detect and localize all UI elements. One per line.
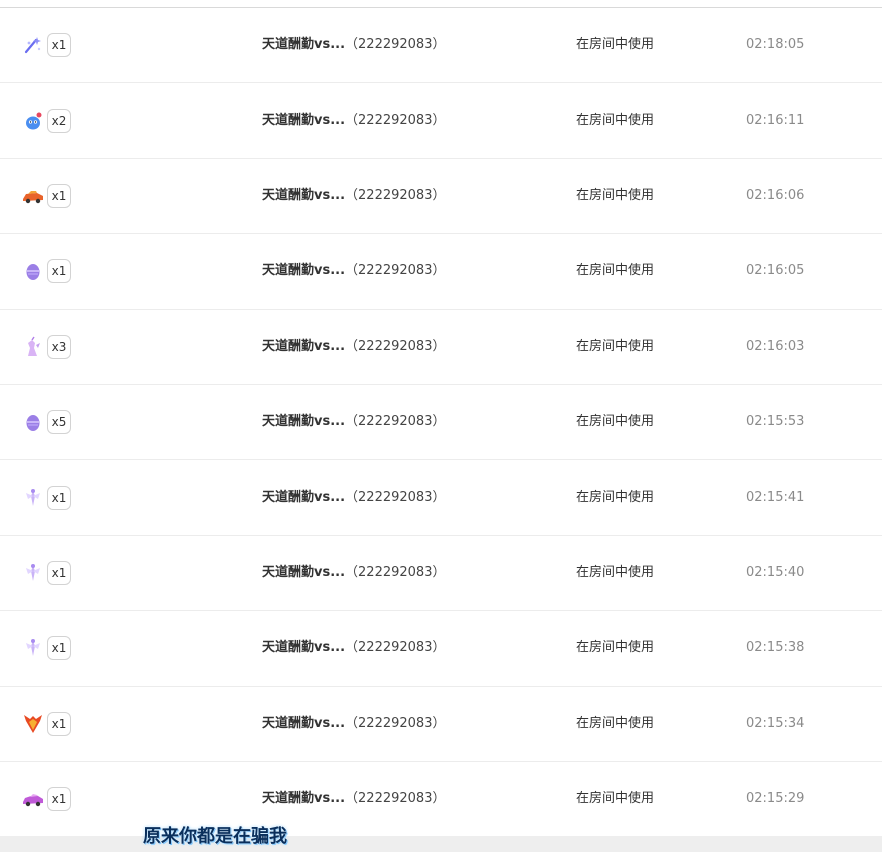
table-row: x1 天道酬勤vs...（222292083） 在房间中使用 02:16:05: [0, 234, 882, 310]
room-name: 天道酬勤vs...: [262, 640, 346, 656]
room-name: 天道酬勤vs...: [262, 263, 346, 279]
room-info: 天道酬勤vs...（222292083）: [262, 790, 445, 808]
room-name: 天道酬勤vs...: [262, 338, 346, 354]
room-info: 天道酬勤vs...（222292083）: [262, 639, 445, 657]
video-subtitle: 原来你都是在骗我: [143, 826, 287, 847]
top-divider: [0, 0, 882, 8]
room-id: （222292083）: [345, 187, 446, 203]
room-name: 天道酬勤vs...: [262, 414, 346, 430]
cute-monster-icon: [22, 110, 44, 132]
room-id: （222292083）: [345, 338, 446, 354]
table-row: x1 天道酬勤vs...（222292083） 在房间中使用 02:15:41: [0, 460, 882, 536]
usage-time: 02:15:29: [746, 791, 805, 807]
quantity-badge: x1: [47, 787, 71, 812]
room-name: 天道酬勤vs...: [262, 715, 346, 731]
phoenix-icon: [22, 713, 44, 735]
usage-status: 在房间中使用: [576, 338, 655, 354]
quantity-badge: x1: [47, 711, 71, 736]
wand-sparkle-icon: [22, 34, 44, 56]
usage-time: 02:16:06: [746, 187, 805, 203]
unicorn-icon: [22, 336, 44, 358]
gift-usage-record-list: x1 天道酬勤vs...（222292083） 在房间中使用 02:18:05 …: [0, 0, 882, 852]
quantity-badge: x1: [47, 33, 71, 58]
room-info: 天道酬勤vs...（222292083）: [262, 262, 445, 280]
quantity-badge: x1: [47, 485, 71, 510]
room-name: 天道酬勤vs...: [262, 37, 346, 53]
room-info: 天道酬勤vs...（222292083）: [262, 413, 445, 431]
usage-time: 02:16:05: [746, 263, 805, 279]
fairy-icon: [22, 637, 44, 659]
quantity-badge: x1: [47, 636, 71, 661]
table-row: x1 天道酬勤vs...（222292083） 在房间中使用 02:15:40: [0, 536, 882, 612]
room-name: 天道酬勤vs...: [262, 187, 346, 203]
purple-egg-icon: [22, 411, 44, 433]
table-row: x1 天道酬勤vs...（222292083） 在房间中使用 02:16:06: [0, 159, 882, 235]
table-row: x3 天道酬勤vs...（222292083） 在房间中使用 02:16:03: [0, 310, 882, 385]
room-info: 天道酬勤vs...（222292083）: [262, 715, 445, 733]
quantity-badge: x1: [47, 560, 71, 585]
race-car-icon: [22, 185, 44, 207]
sports-car-icon: [22, 788, 44, 810]
room-id: （222292083）: [345, 37, 446, 53]
fairy-icon: [22, 562, 44, 584]
room-info: 天道酬勤vs...（222292083）: [262, 187, 445, 205]
usage-status: 在房间中使用: [576, 715, 655, 731]
room-info: 天道酬勤vs...（222292083）: [262, 564, 445, 582]
room-id: （222292083）: [345, 414, 446, 430]
bottom-scroll-track: [0, 836, 882, 852]
usage-status: 在房间中使用: [576, 640, 655, 656]
fairy-icon: [22, 487, 44, 509]
usage-time: 02:15:53: [746, 414, 805, 430]
room-id: （222292083）: [345, 112, 446, 128]
table-row: x2 天道酬勤vs...（222292083） 在房间中使用 02:16:11: [0, 83, 882, 159]
room-name: 天道酬勤vs...: [262, 112, 346, 128]
room-name: 天道酬勤vs...: [262, 564, 346, 580]
quantity-badge: x3: [47, 334, 71, 359]
usage-status: 在房间中使用: [576, 489, 655, 505]
room-info: 天道酬勤vs...（222292083）: [262, 112, 445, 130]
usage-time: 02:18:05: [746, 37, 805, 53]
usage-status: 在房间中使用: [576, 791, 655, 807]
room-info: 天道酬勤vs...（222292083）: [262, 489, 445, 507]
usage-time: 02:16:03: [746, 338, 805, 354]
room-name: 天道酬勤vs...: [262, 489, 346, 505]
table-row: x1 天道酬勤vs...（222292083） 在房间中使用 02:15:29: [0, 762, 882, 838]
usage-status: 在房间中使用: [576, 564, 655, 580]
quantity-badge: x2: [47, 108, 71, 133]
room-id: （222292083）: [345, 489, 446, 505]
usage-time: 02:15:41: [746, 489, 805, 505]
record-list: x1 天道酬勤vs...（222292083） 在房间中使用 02:18:05 …: [0, 8, 882, 838]
quantity-badge: x5: [47, 410, 71, 435]
usage-time: 02:15:34: [746, 715, 805, 731]
table-row: x5 天道酬勤vs...（222292083） 在房间中使用 02:15:53: [0, 385, 882, 461]
room-info: 天道酬勤vs...（222292083）: [262, 36, 445, 54]
usage-time: 02:15:38: [746, 640, 805, 656]
usage-status: 在房间中使用: [576, 263, 655, 279]
table-row: x1 天道酬勤vs...（222292083） 在房间中使用 02:15:38: [0, 611, 882, 687]
room-name: 天道酬勤vs...: [262, 791, 346, 807]
usage-status: 在房间中使用: [576, 37, 655, 53]
usage-time: 02:16:11: [746, 112, 805, 128]
quantity-badge: x1: [47, 183, 71, 208]
table-row: x1 天道酬勤vs...（222292083） 在房间中使用 02:15:34: [0, 687, 882, 762]
room-id: （222292083）: [345, 263, 446, 279]
room-info: 天道酬勤vs...（222292083）: [262, 338, 445, 356]
quantity-badge: x1: [47, 259, 71, 284]
usage-status: 在房间中使用: [576, 112, 655, 128]
room-id: （222292083）: [345, 715, 446, 731]
table-row: x1 天道酬勤vs...（222292083） 在房间中使用 02:18:05: [0, 8, 882, 84]
room-id: （222292083）: [345, 640, 446, 656]
room-id: （222292083）: [345, 791, 446, 807]
room-id: （222292083）: [345, 564, 446, 580]
purple-egg-icon: [22, 260, 44, 282]
usage-status: 在房间中使用: [576, 414, 655, 430]
usage-status: 在房间中使用: [576, 187, 655, 203]
usage-time: 02:15:40: [746, 564, 805, 580]
